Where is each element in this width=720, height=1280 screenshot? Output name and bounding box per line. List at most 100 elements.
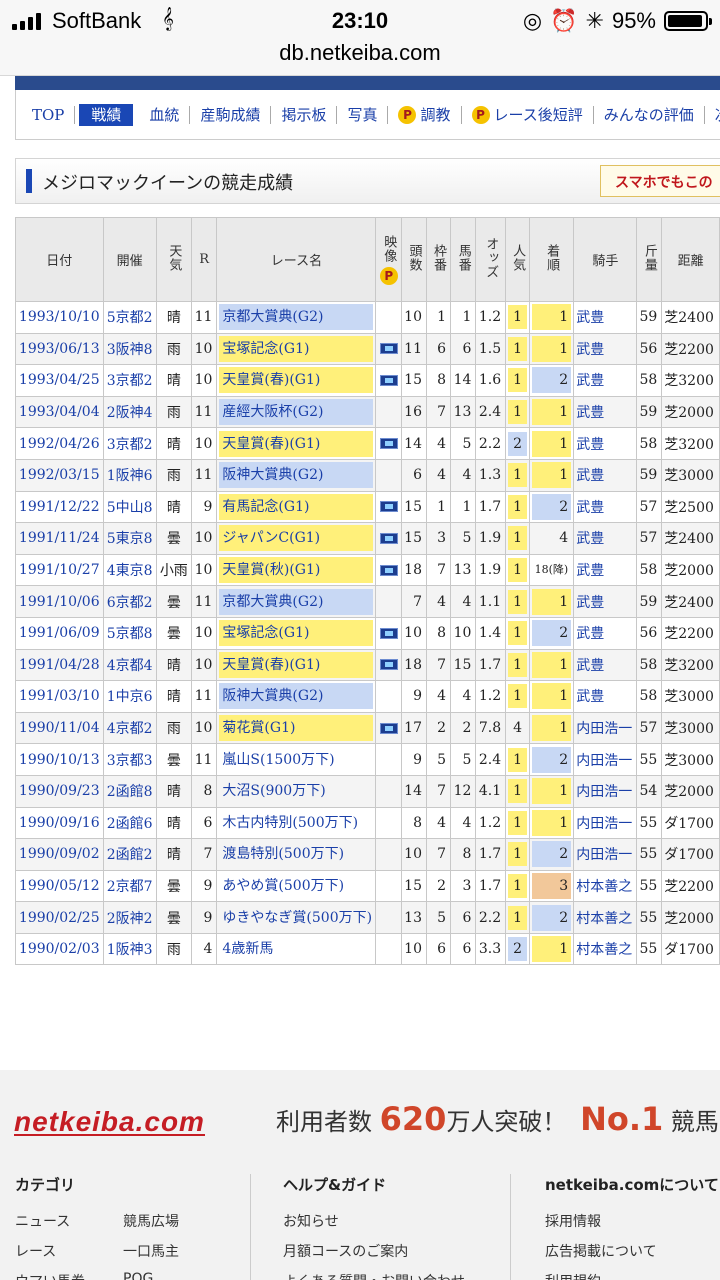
jockey-link[interactable]: 内田浩一	[573, 838, 638, 871]
smartphone-view-button[interactable]: スマホでもこの	[600, 165, 720, 197]
jockey-link[interactable]: 武豊	[573, 522, 638, 555]
venue-link[interactable]: 3京都2	[102, 427, 157, 460]
race-date-link[interactable]: 1990/02/03	[15, 932, 104, 966]
venue-link[interactable]: 2阪神2	[102, 901, 157, 934]
footer-link[interactable]: 広告掲載について	[545, 1241, 719, 1260]
nav-tab-3[interactable]: 産駒成績	[190, 105, 272, 124]
video-icon[interactable]	[379, 564, 398, 576]
race-date-link[interactable]: 1990/09/02	[15, 838, 104, 871]
race-date-link[interactable]: 1993/10/10	[15, 301, 104, 334]
venue-link[interactable]: 3京都2	[102, 364, 157, 397]
venue-link[interactable]: 3阪神8	[102, 332, 157, 366]
jockey-link[interactable]: 武豊	[573, 490, 638, 524]
nav-tab-8[interactable]: みんなの評価	[594, 105, 705, 124]
race-date-link[interactable]: 1990/09/23	[15, 774, 104, 808]
race-date-link[interactable]: 1990/05/12	[15, 869, 104, 903]
jockey-link[interactable]: 村本善之	[573, 869, 638, 903]
footer-link[interactable]: レース	[15, 1241, 123, 1260]
venue-link[interactable]: 1阪神3	[102, 932, 157, 966]
nav-tab-4[interactable]: 掲示板	[271, 105, 338, 124]
venue-link[interactable]: 5中山8	[102, 490, 157, 524]
race-date-link[interactable]: 1992/04/26	[15, 427, 104, 460]
race-date-link[interactable]: 1991/11/24	[15, 522, 104, 555]
video-icon[interactable]	[379, 438, 398, 450]
venue-link[interactable]: 2函館2	[102, 838, 157, 871]
venue-link[interactable]: 2阪神4	[102, 395, 157, 429]
jockey-link[interactable]: 内田浩一	[573, 806, 638, 840]
jockey-link[interactable]: 村本善之	[573, 901, 638, 934]
header-date[interactable]: 日付	[15, 217, 104, 302]
footer-link[interactable]: 一口馬主	[123, 1241, 243, 1260]
race-date-link[interactable]: 1991/10/27	[15, 553, 104, 587]
nav-tab-0[interactable]: TOP	[22, 105, 76, 124]
venue-link[interactable]: 2京都7	[102, 869, 157, 903]
video-icon[interactable]	[379, 659, 398, 671]
race-date-link[interactable]: 1993/06/13	[15, 332, 104, 366]
race-date-link[interactable]: 1991/12/22	[15, 490, 104, 524]
jockey-link[interactable]: 内田浩一	[573, 711, 638, 745]
jockey-link[interactable]: 武豊	[573, 364, 638, 397]
race-date-link[interactable]: 1993/04/25	[15, 364, 104, 397]
jockey-link[interactable]: 武豊	[573, 427, 638, 460]
jockey-link[interactable]: 武豊	[573, 648, 638, 682]
race-name-link[interactable]: 木古内特別(500万下)	[219, 810, 373, 836]
venue-link[interactable]: 1中京6	[102, 680, 157, 713]
jockey-link[interactable]: 武豊	[573, 301, 638, 334]
footer-link[interactable]: 競馬広場	[123, 1211, 243, 1230]
address-bar-url[interactable]: db.netkeiba.com	[0, 40, 720, 66]
race-date-link[interactable]: 1990/11/04	[15, 711, 104, 745]
race-date-link[interactable]: 1993/04/04	[15, 395, 104, 429]
venue-link[interactable]: 4京都2	[102, 711, 157, 745]
footer-link[interactable]: よくある質問・お問い合わせ	[283, 1271, 465, 1280]
venue-link[interactable]: 4東京8	[102, 553, 157, 587]
jockey-link[interactable]: 武豊	[573, 332, 638, 366]
race-name-link[interactable]: 大沼S(900万下)	[219, 778, 373, 804]
nav-tab-2[interactable]: 血統	[139, 105, 191, 124]
footer-link[interactable]: 月額コースのご案内	[283, 1241, 465, 1260]
race-name-link[interactable]: ゆきやなぎ賞(500万下)	[219, 905, 373, 931]
venue-link[interactable]: 4京都4	[102, 648, 157, 682]
jockey-link[interactable]: 武豊	[573, 553, 638, 587]
race-name-link[interactable]: 天皇賞(春)(G1)	[219, 430, 374, 457]
jockey-link[interactable]: 武豊	[573, 395, 638, 429]
race-date-link[interactable]: 1991/03/10	[15, 680, 104, 713]
race-name-link[interactable]: 阪神大賞典(G2)	[219, 683, 374, 710]
video-icon[interactable]	[379, 627, 398, 639]
jockey-link[interactable]: 武豊	[573, 680, 638, 713]
race-name-link[interactable]: 京都大賞典(G2)	[219, 588, 374, 615]
nav-tab-7[interactable]: P レース後短評	[462, 105, 594, 124]
venue-link[interactable]: 5京都2	[102, 301, 157, 334]
footer-link[interactable]: お知らせ	[283, 1211, 465, 1230]
race-date-link[interactable]: 1991/04/28	[15, 648, 104, 682]
race-name-link[interactable]: 有馬記念(G1)	[219, 493, 374, 520]
video-icon[interactable]	[379, 374, 398, 386]
video-icon[interactable]	[379, 343, 398, 355]
race-name-link[interactable]: 産經大阪杯(G2)	[219, 399, 374, 426]
race-date-link[interactable]: 1990/02/25	[15, 901, 104, 934]
venue-link[interactable]: 5京都8	[102, 616, 157, 650]
race-date-link[interactable]: 1991/10/06	[15, 585, 104, 618]
video-icon[interactable]	[379, 501, 398, 513]
race-date-link[interactable]: 1990/10/13	[15, 743, 104, 776]
video-icon[interactable]	[379, 722, 398, 734]
race-name-link[interactable]: 阪神大賞典(G2)	[219, 462, 374, 489]
race-name-link[interactable]: 宝塚記念(G1)	[219, 620, 374, 647]
nav-tab-6[interactable]: P 調教	[388, 105, 462, 124]
nav-tab-9[interactable]: 次	[705, 106, 720, 124]
venue-link[interactable]: 3京都3	[102, 743, 157, 776]
race-name-link[interactable]: 菊花賞(G1)	[219, 715, 374, 742]
race-date-link[interactable]: 1991/06/09	[15, 616, 104, 650]
race-date-link[interactable]: 1992/03/15	[15, 458, 104, 492]
race-name-link[interactable]: 宝塚記念(G1)	[219, 335, 374, 362]
jockey-link[interactable]: 武豊	[573, 585, 638, 618]
footer-link[interactable]: POG	[123, 1271, 243, 1280]
venue-link[interactable]: 6京都2	[102, 585, 157, 618]
jockey-link[interactable]: 武豊	[573, 458, 638, 492]
footer-link[interactable]: ウマい馬券	[15, 1271, 123, 1280]
race-name-link[interactable]: あやめ賞(500万下)	[219, 873, 373, 899]
race-name-link[interactable]: ジャパンC(G1)	[219, 525, 374, 552]
footer-link[interactable]: ニュース	[15, 1211, 123, 1230]
race-name-link[interactable]: 嵐山S(1500万下)	[219, 747, 373, 773]
race-name-link[interactable]: 4歳新馬	[219, 936, 373, 962]
venue-link[interactable]: 2函館8	[102, 774, 157, 808]
